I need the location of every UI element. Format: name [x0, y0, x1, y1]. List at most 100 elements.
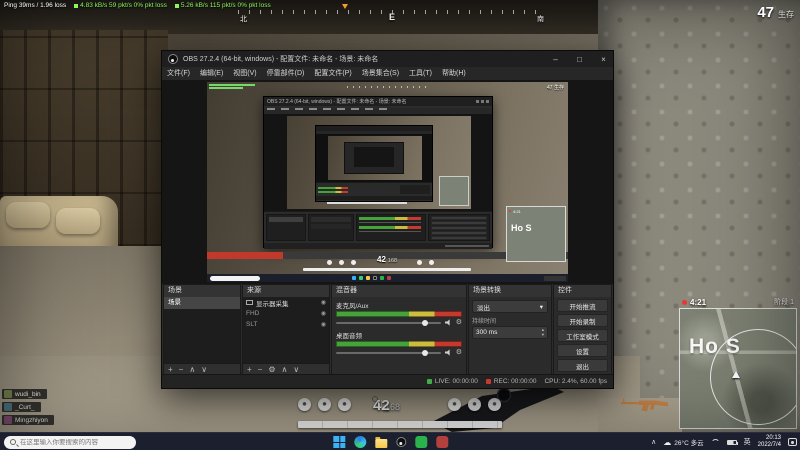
- captured-item-slot: [339, 260, 344, 265]
- item-slot: [298, 398, 311, 411]
- player-hud: 42 168: [290, 396, 510, 430]
- green-square-icon: [174, 3, 179, 8]
- obs-titlebar[interactable]: OBS 27.2.4 (64-bit, windows) - 配置文件: 未命名…: [162, 51, 613, 67]
- captured-mixer-dock: [356, 214, 426, 241]
- tray-chevron-icon[interactable]: ∧: [651, 438, 656, 446]
- transition-select[interactable]: 淡出 ▾: [472, 300, 548, 313]
- captured-controls-dock: [428, 214, 490, 241]
- search-icon: [10, 439, 16, 445]
- spinner-arrows-icon[interactable]: ▴ ▾: [542, 327, 544, 338]
- minimize-button[interactable]: –: [546, 51, 565, 67]
- source-properties-button[interactable]: ⚙: [268, 365, 275, 374]
- chevron-down-icon: ▾: [539, 303, 543, 311]
- mic-settings-gear-icon[interactable]: ⚙: [456, 319, 462, 326]
- maximize-button[interactable]: □: [570, 51, 589, 67]
- captured-zone-dot: [509, 210, 511, 212]
- chat-app-icon[interactable]: [415, 436, 428, 448]
- rec-status: REC: 00:00:00: [485, 378, 536, 385]
- mic-volume-meter: [336, 311, 462, 317]
- menu-view[interactable]: 视图(V): [228, 67, 261, 80]
- desktop-settings-gear-icon[interactable]: ⚙: [456, 349, 462, 356]
- wifi-icon[interactable]: [710, 439, 720, 448]
- battery-icon[interactable]: [726, 439, 739, 445]
- settings-button[interactable]: 设置: [557, 344, 608, 357]
- captured-obs-window: OBS 27.2.4 (64-bit, windows) - 配置文件: 未命名…: [263, 96, 493, 249]
- search-input[interactable]: [20, 438, 130, 446]
- live-indicator-icon: [426, 379, 432, 384]
- scene-list-item[interactable]: 场景: [164, 297, 240, 309]
- source-row[interactable]: 显示器采集 ◉: [243, 297, 329, 308]
- source-row[interactable]: FHD ◉: [243, 308, 329, 319]
- remove-source-button[interactable]: −: [258, 365, 263, 374]
- scenes-panel: 场景 场景 + − ∧ ∨: [163, 284, 241, 376]
- scenes-panel-header[interactable]: 场景: [164, 285, 240, 297]
- windows-start-icon[interactable]: [333, 436, 346, 448]
- sources-panel-header[interactable]: 来源: [243, 285, 329, 297]
- obs-logo-icon: [168, 54, 178, 64]
- captured-minimap-l2: [439, 176, 469, 206]
- live-status: LIVE: 00:00:00: [426, 378, 478, 385]
- mixer-channel-desktop: 桌面音频 ⚙: [336, 333, 462, 356]
- add-scene-button[interactable]: +: [168, 365, 173, 374]
- obs-app-icon[interactable]: [396, 437, 407, 447]
- edge-browser-icon[interactable]: [354, 436, 367, 448]
- move-scene-down-button[interactable]: ∨: [201, 365, 207, 374]
- notification-icon[interactable]: [788, 438, 797, 446]
- move-source-up-button[interactable]: ∧: [282, 365, 288, 374]
- duration-label: 持续时间: [472, 319, 497, 325]
- menu-edit[interactable]: 编辑(E): [195, 67, 228, 80]
- item-slot: [468, 398, 481, 411]
- captured-health-bar: [303, 268, 471, 271]
- visibility-eye-icon[interactable]: ◉: [321, 310, 326, 317]
- source-row[interactable]: SLT ◉: [243, 319, 329, 330]
- desktop-volume-slider[interactable]: [336, 349, 441, 356]
- visibility-eye-icon[interactable]: ◉: [321, 299, 326, 306]
- add-source-button[interactable]: +: [247, 365, 252, 374]
- ammo-counter: 42 168: [372, 396, 400, 414]
- minimap-header: 4:21 阶段 1: [679, 296, 797, 308]
- menu-tools[interactable]: 工具(T): [404, 67, 437, 80]
- mixer-panel-header[interactable]: 混音器: [332, 285, 466, 297]
- menu-docks[interactable]: 停靠部件(D): [262, 67, 310, 80]
- speaker-icon[interactable]: [444, 349, 450, 356]
- duration-spinner[interactable]: 300 ms ▴ ▾: [472, 326, 548, 339]
- health-bar: [298, 421, 502, 428]
- studio-mode-button[interactable]: 工作室模式: [557, 329, 608, 342]
- transitions-panel: 场景转换 淡出 ▾ 持续时间 300 ms ▴ ▾: [468, 284, 552, 376]
- menu-profile[interactable]: 配置文件(P): [309, 67, 356, 80]
- transitions-panel-header[interactable]: 场景转换: [469, 285, 551, 297]
- visibility-eye-icon[interactable]: ◉: [321, 321, 326, 328]
- menu-help[interactable]: 帮助(H): [437, 67, 471, 80]
- game-app-icon[interactable]: [436, 436, 449, 448]
- remove-scene-button[interactable]: −: [179, 365, 184, 374]
- exit-button[interactable]: 退出: [557, 359, 608, 372]
- move-source-down-button[interactable]: ∨: [293, 365, 299, 374]
- menu-scene-collection[interactable]: 场景集合(S): [357, 67, 404, 80]
- start-streaming-button[interactable]: 开始推流: [557, 299, 608, 312]
- transitions-body: 淡出 ▾ 持续时间 300 ms ▴ ▾: [469, 297, 551, 375]
- weather-widget[interactable]: ☁ 26°C 多云: [663, 437, 703, 448]
- desktop-slider-knob[interactable]: [422, 349, 429, 356]
- start-recording-button[interactable]: 开始录制: [557, 314, 608, 327]
- compass-south-label: 南: [537, 16, 544, 23]
- speaker-icon[interactable]: [444, 319, 450, 326]
- file-explorer-icon[interactable]: [375, 436, 388, 448]
- taskbar-clock[interactable]: 20:13 2022/7/4: [758, 435, 781, 449]
- avatar: [4, 416, 12, 424]
- captured-search-pill: [210, 275, 260, 281]
- move-scene-up-button[interactable]: ∧: [189, 365, 195, 374]
- compass-north-label: 北: [240, 16, 247, 23]
- controls-panel-header[interactable]: 控件: [554, 285, 611, 297]
- close-button[interactable]: ×: [594, 51, 613, 67]
- taskbar-search-box[interactable]: [4, 435, 136, 449]
- captured-ammo-counter: 42 168: [377, 255, 398, 264]
- floor-decor: [0, 246, 164, 362]
- menu-file[interactable]: 文件(F): [162, 67, 195, 80]
- ime-indicator[interactable]: 英: [744, 437, 751, 447]
- mic-volume-slider[interactable]: [336, 319, 441, 326]
- captured-obs-level2: [315, 125, 433, 202]
- mic-slider-knob[interactable]: [422, 319, 429, 326]
- obs-preview-video[interactable]: 47 生存 OBS 27.2.4 (64-bit, windows) - 配置文…: [207, 82, 568, 282]
- controls-panel: 控件 开始推流 开始录制 工作室模式 设置 退出: [553, 284, 612, 376]
- obs-window: OBS 27.2.4 (64-bit, windows) - 配置文件: 未命名…: [161, 50, 614, 389]
